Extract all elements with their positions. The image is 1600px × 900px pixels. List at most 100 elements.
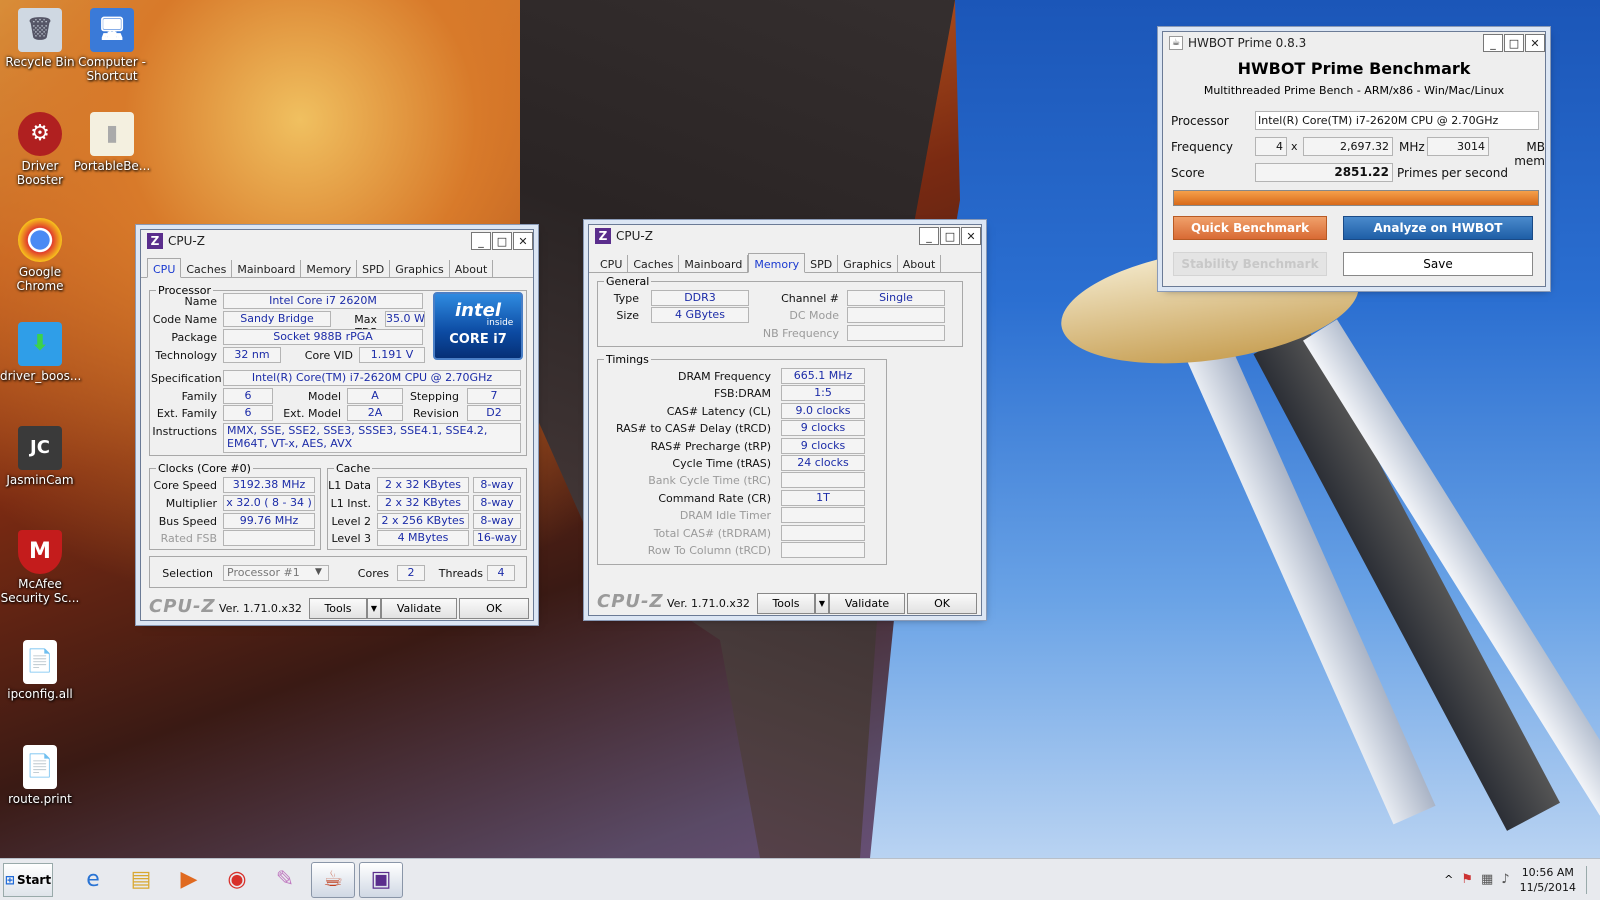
- desktop-icon-label: JasminCam: [6, 473, 74, 487]
- desktop-icon-mcafee[interactable]: M McAfee Security Sc...: [0, 530, 80, 605]
- paint-icon[interactable]: ✎: [263, 862, 307, 898]
- action-center-icon[interactable]: ▦: [1481, 872, 1493, 887]
- level3-label: Level 3: [331, 532, 371, 545]
- tab-spd[interactable]: SPD: [805, 255, 839, 272]
- package-value: Socket 988B rPGA: [223, 329, 423, 345]
- file-icon: 📄: [23, 640, 57, 684]
- maximize-button[interactable]: □: [1504, 34, 1524, 52]
- version-label: Ver. 1.71.0.x32: [667, 597, 750, 610]
- tab-cpu[interactable]: CPU: [147, 258, 182, 278]
- title-bar[interactable]: Z CPU-Z _ □ ✕: [141, 230, 533, 252]
- tools-dropdown-icon[interactable]: ▼: [815, 593, 829, 614]
- tab-graphics[interactable]: Graphics: [838, 255, 898, 272]
- stepping-value: 7: [467, 388, 521, 404]
- close-button[interactable]: ✕: [1525, 34, 1545, 52]
- close-button[interactable]: ✕: [513, 232, 533, 250]
- desktop-icon-route[interactable]: 📄 route.print: [0, 745, 80, 806]
- instructions-label: Instructions: [152, 425, 217, 438]
- close-button[interactable]: ✕: [961, 227, 981, 245]
- validate-button[interactable]: Validate: [829, 593, 905, 614]
- corevid-label: Core VID: [304, 349, 353, 362]
- desktop-icon-label: PortableBe...: [73, 159, 151, 173]
- title-bar[interactable]: Z CPU-Z _ □ ✕: [589, 225, 981, 247]
- cpuz-logo: CPU-Z: [149, 596, 216, 617]
- show-desktop-button[interactable]: [1586, 865, 1598, 894]
- internet-explorer-icon[interactable]: e: [71, 862, 115, 898]
- analyze-hwbot-button[interactable]: Analyze on HWBOT: [1343, 216, 1533, 240]
- minimize-button[interactable]: _: [471, 232, 491, 250]
- tab-bar: CPU Caches Mainboard Memory SPD Graphics…: [141, 252, 533, 278]
- cpuz-taskbar-icon[interactable]: ▣: [359, 861, 403, 898]
- l1data-assoc: 8-way: [473, 477, 521, 493]
- desktop-icon-ipconfig[interactable]: 📄 ipconfig.all: [0, 640, 80, 701]
- name-label: Name: [184, 295, 217, 308]
- start-button[interactable]: ⊞ Start: [3, 862, 53, 897]
- tab-memory[interactable]: Memory: [748, 253, 806, 273]
- file-icon: 📄: [23, 745, 57, 789]
- cpuz-window-memory[interactable]: Z CPU-Z _ □ ✕ CPU Caches Mainboard Memory …: [588, 224, 982, 616]
- desktop-icon-portable[interactable]: ▮ PortableBe...: [72, 112, 152, 173]
- minimize-button[interactable]: _: [919, 227, 939, 245]
- desktop-icon-driver-booster[interactable]: ⚙ Driver Booster: [0, 112, 80, 187]
- desktop-icon-computer[interactable]: 🖥 Computer - Shortcut: [72, 8, 152, 83]
- group-title: General: [606, 275, 650, 288]
- processor-select[interactable]: Processor #1: [223, 565, 329, 581]
- family-label: Family: [181, 390, 217, 403]
- quick-benchmark-button[interactable]: Quick Benchmark: [1173, 216, 1327, 240]
- volume-icon[interactable]: ♪: [1501, 872, 1509, 887]
- desktop-icon-driver-installer[interactable]: ⬇ driver_boos...: [0, 322, 81, 383]
- extmodel-label: Ext. Model: [283, 407, 341, 420]
- dcmode-label: DC Mode: [789, 309, 839, 322]
- primes-label: Primes per second: [1397, 166, 1508, 180]
- chevron-down-icon[interactable]: ▼: [315, 567, 322, 577]
- cores-label: Cores: [357, 567, 389, 580]
- ok-button[interactable]: OK: [459, 598, 529, 619]
- level2-label: Level 2: [331, 515, 371, 528]
- size-value: 4 GBytes: [651, 307, 749, 323]
- timing-value: 1T: [781, 489, 865, 506]
- tools-button[interactable]: Tools: [309, 598, 367, 619]
- tab-cpu[interactable]: CPU: [595, 255, 629, 272]
- java-hwbot-taskbar-icon[interactable]: ☕: [311, 861, 355, 898]
- timing-label: FSB:DRAM: [713, 387, 771, 401]
- file-explorer-icon[interactable]: ▤: [119, 862, 163, 898]
- hwbot-window[interactable]: ☕ HWBOT Prime 0.8.3 _ □ ✕ HWBOT Prime Benc…: [1162, 31, 1546, 287]
- channel-label: Channel #: [781, 292, 839, 305]
- save-button[interactable]: Save: [1343, 252, 1533, 276]
- media-player-icon[interactable]: ▶: [167, 862, 211, 898]
- minimize-button[interactable]: _: [1483, 34, 1503, 52]
- tab-graphics[interactable]: Graphics: [390, 260, 450, 277]
- dcmode-value: [847, 307, 945, 323]
- stability-benchmark-button[interactable]: Stability Benchmark: [1173, 252, 1327, 276]
- group-title: Clocks (Core #0): [158, 462, 251, 475]
- cpuz-app-icon: Z: [595, 228, 611, 244]
- tab-caches[interactable]: Caches: [181, 260, 233, 277]
- tab-mainboard[interactable]: Mainboard: [679, 255, 749, 272]
- title-bar[interactable]: ☕ HWBOT Prime 0.8.3 _ □ ✕: [1163, 32, 1545, 54]
- tab-mainboard[interactable]: Mainboard: [232, 260, 302, 277]
- validate-button[interactable]: Validate: [381, 598, 457, 619]
- clock[interactable]: 10:56 AM 11/5/2014: [1520, 865, 1576, 895]
- folder-icon: ▮: [90, 112, 134, 156]
- maximize-button[interactable]: □: [940, 227, 960, 245]
- ok-button[interactable]: OK: [907, 593, 977, 614]
- tab-about[interactable]: About: [898, 255, 942, 272]
- tab-memory[interactable]: Memory: [301, 260, 358, 277]
- progress-bar: [1173, 190, 1539, 206]
- tools-dropdown-icon[interactable]: ▼: [367, 598, 381, 619]
- maximize-button[interactable]: □: [492, 232, 512, 250]
- desktop-icon-chrome[interactable]: ◉ Google Chrome: [0, 218, 80, 293]
- show-hidden-icons-icon[interactable]: ^: [1444, 873, 1453, 886]
- clock-time: 10:56 AM: [1521, 865, 1574, 879]
- tab-about[interactable]: About: [450, 260, 494, 277]
- desktop-icon-recycle-bin[interactable]: 🗑 Recycle Bin: [0, 8, 80, 69]
- technology-value: 32 nm: [223, 347, 281, 363]
- cpuz-window-cpu[interactable]: Z CPU-Z _ □ ✕ CPU Caches Mainboard Memory …: [140, 229, 534, 621]
- chrome-taskbar-icon[interactable]: ◉: [215, 862, 259, 898]
- tab-caches[interactable]: Caches: [628, 255, 680, 272]
- mhz-field: 2,697.32: [1303, 137, 1393, 156]
- network-icon[interactable]: ⚑: [1461, 872, 1473, 887]
- desktop-icon-jasmincam[interactable]: JC JasminCam: [0, 426, 80, 487]
- tools-button[interactable]: Tools: [757, 593, 815, 614]
- tab-spd[interactable]: SPD: [357, 260, 391, 277]
